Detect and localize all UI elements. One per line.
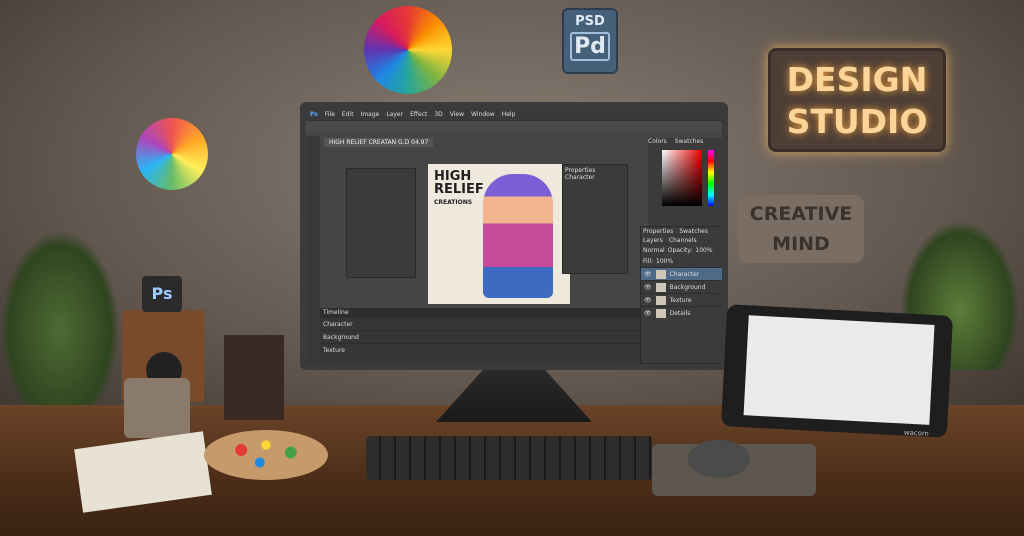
track-name: Background (323, 333, 359, 341)
properties-subtitle: Character (565, 174, 595, 181)
menu-bar: Ps File Edit Image Layer Effect 3D View … (306, 108, 722, 120)
colors-panel: Colors Swatches (648, 138, 722, 226)
layer-row[interactable]: 👁 Details (641, 306, 722, 319)
hue-slider[interactable] (708, 150, 714, 206)
psd-label: PSD (575, 14, 605, 29)
layer-thumbnail (655, 308, 666, 318)
track-row[interactable]: Background (320, 330, 640, 343)
track-row[interactable]: Texture (320, 343, 640, 356)
document-tab[interactable]: HIGH RELIEF CREATAN G.D 04.97 (324, 138, 434, 147)
app-logo: Ps (310, 110, 318, 118)
menu-image[interactable]: Image (361, 111, 380, 118)
menu-file[interactable]: File (325, 111, 335, 118)
keyboard (366, 436, 652, 480)
opacity-input[interactable]: 100% (695, 247, 712, 254)
layer-name: Background (669, 283, 706, 291)
design-studio-sign: DESIGN STUDIO (768, 48, 946, 152)
menu-3d[interactable]: 3D (434, 111, 442, 118)
timeline-title: Timeline (320, 308, 640, 317)
layers-panel: Properties Swatches Layers Channels Normal… (640, 226, 722, 364)
plaque-line-2: MIND (772, 233, 830, 255)
layer-row[interactable]: 👁 Background (641, 280, 722, 293)
plant-left (0, 230, 120, 430)
title-line-2: RELIEF (434, 182, 484, 197)
layer-name: Texture (669, 296, 692, 304)
tool-panel[interactable] (306, 136, 320, 364)
photoshop-icon: Ps (142, 276, 182, 312)
photoshop-screen: Ps File Edit Image Layer Effect 3D View … (306, 108, 722, 364)
monitor: Ps File Edit Image Layer Effect 3D View … (300, 102, 728, 370)
layer-thumbnail (655, 282, 666, 292)
floating-layers-panel (346, 168, 416, 278)
menu-edit[interactable]: Edit (342, 111, 354, 118)
tablet-brand: wacom (903, 428, 930, 438)
menu-effect[interactable]: Effect (410, 111, 427, 118)
eye-icon[interactable]: 👁 (644, 271, 652, 278)
fill-input[interactable]: 100% (656, 258, 673, 265)
tab-swatches-2[interactable]: Swatches (679, 228, 708, 235)
eye-icon[interactable]: 👁 (644, 284, 652, 291)
tab-swatches[interactable]: Swatches (675, 138, 704, 145)
coffee-mug (124, 378, 190, 438)
tab-channels[interactable]: Channels (669, 237, 697, 244)
track-name: Character (323, 320, 353, 328)
color-picker-field[interactable] (662, 150, 702, 206)
layer-row[interactable]: 👁 Texture (641, 293, 722, 306)
title-line-3: CREATIONS (434, 199, 473, 206)
menu-layer[interactable]: Layer (386, 111, 403, 118)
color-wheel-small (136, 118, 208, 190)
sign-line-2: STUDIO (786, 102, 928, 141)
opacity-label: Opacity: (667, 247, 693, 254)
menu-help[interactable]: Help (502, 111, 516, 118)
layer-name: Details (669, 309, 691, 317)
canvas: HIGH RELIEF CREATIONS (428, 164, 570, 304)
layer-thumbnail (655, 269, 666, 279)
plaque-line-1: CREATIVE (749, 203, 853, 225)
brush-cup (224, 250, 284, 420)
eye-icon[interactable]: 👁 (644, 297, 652, 304)
tab-properties[interactable]: Properties (643, 228, 673, 235)
paint-palette (204, 430, 328, 480)
track-row[interactable]: Character (320, 317, 640, 330)
pd-label: Pd (570, 32, 610, 61)
eye-icon[interactable]: 👁 (644, 310, 652, 317)
properties-title: Properties (565, 167, 596, 174)
layer-row[interactable]: 👁 Character (641, 267, 722, 280)
timeline-panel: Timeline Character Background Texture (320, 308, 640, 364)
fill-label: Fill: (643, 258, 654, 265)
sign-line-1: DESIGN (786, 60, 928, 99)
tab-colors[interactable]: Colors (648, 138, 667, 145)
menu-window[interactable]: Window (471, 111, 495, 118)
track-name: Texture (323, 346, 345, 354)
character-illustration (483, 174, 553, 298)
options-bar (306, 120, 722, 132)
properties-panel: Properties Character (562, 164, 628, 274)
canvas-title: HIGH RELIEF CREATIONS (434, 170, 484, 209)
tab-layers[interactable]: Layers (643, 237, 663, 244)
creative-mind-plaque: CREATIVE MIND (738, 195, 864, 263)
blend-mode-select[interactable]: Normal (643, 247, 665, 254)
layer-thumbnail (655, 295, 666, 305)
menu-view[interactable]: View (450, 111, 464, 118)
mouse (688, 440, 750, 478)
layer-name: Character (669, 270, 700, 278)
drawing-tablet: wacom (720, 304, 954, 438)
color-wheel (364, 6, 452, 94)
tablet-screen-sketch (743, 315, 935, 425)
psd-file-icon: PSD Pd (562, 8, 618, 74)
